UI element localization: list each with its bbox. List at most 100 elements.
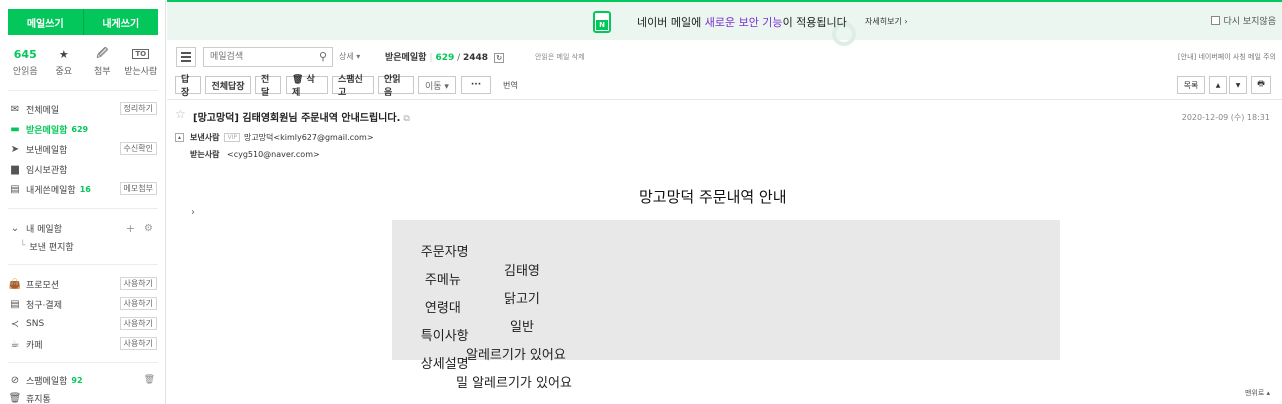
dismiss-checkbox[interactable] xyxy=(1211,16,1221,25)
move-dropdown[interactable]: 이동 ▾ xyxy=(418,76,456,94)
mail-subject: [망고망덕] 김태영회원님 주문내역 안내드립니다. ⧉ xyxy=(193,109,410,124)
note-icon: ▤ xyxy=(10,183,20,195)
write-mail-button[interactable]: 메일쓰기 xyxy=(8,9,83,35)
unread-stat[interactable]: 645 안읽음 xyxy=(8,46,42,78)
sender-label: 보낸사람 xyxy=(190,133,220,142)
row-value: 김태영 xyxy=(504,264,540,279)
reply-button[interactable]: 답장 xyxy=(175,75,201,98)
expand-toggle-icon[interactable]: ▴ xyxy=(175,133,184,142)
lock-badge: N xyxy=(596,20,608,30)
divider xyxy=(8,90,158,91)
more-button[interactable]: ··· xyxy=(461,76,491,94)
order-row: 상세설명 밀 알레르기가 있어요 xyxy=(396,338,572,402)
star-icon: ★ xyxy=(58,47,69,61)
folder-name: 받은메일함 xyxy=(385,53,427,63)
copy-icon[interactable]: ⧉ xyxy=(403,114,409,124)
star-icon[interactable]: ☆ xyxy=(175,107,186,121)
next-mail-button[interactable]: ▼ xyxy=(1229,76,1247,94)
dismiss-banner[interactable]: 다시 보지않음 xyxy=(1211,14,1276,27)
use-button[interactable]: 사용하기 xyxy=(119,317,157,330)
mark-unread-button[interactable]: 안읽음 xyxy=(378,75,414,98)
refresh-icon[interactable]: ↻ xyxy=(494,52,505,63)
folder-label: 내게쓴메일함 xyxy=(26,185,76,196)
scroll-top-link[interactable]: 맨위로 ▴ xyxy=(1245,388,1270,398)
inbox-count: 629 xyxy=(71,124,89,134)
folder-all-mail[interactable]: ✉ 전체메일 정리하기 xyxy=(9,101,159,117)
row-value: 일반 xyxy=(510,320,534,335)
report-spam-button[interactable]: 스팸신고 xyxy=(332,75,374,98)
sender-row: ▴ 보낸사람 VIP 망고망덕<kimly627@gmail.com> xyxy=(175,132,374,143)
subfolder-label: 보낸 편지함 xyxy=(29,242,74,253)
lock-icon: N xyxy=(593,11,611,33)
inbox-icon: ▬ xyxy=(10,123,20,135)
important-stat[interactable]: ★ 중요 xyxy=(47,46,81,78)
chevron-right-icon[interactable]: › xyxy=(191,207,195,218)
sender-address[interactable]: 망고망덕<kimly627@gmail.com> xyxy=(244,132,374,143)
self-count: 16 xyxy=(79,184,91,194)
receipt-icon: ▤ xyxy=(10,298,20,310)
recipient-label: 받는사람 xyxy=(190,150,220,159)
service-label: 프로모션 xyxy=(26,280,60,291)
vip-badge[interactable]: VIP xyxy=(224,133,240,142)
search-icon[interactable]: ⚲ xyxy=(319,50,327,63)
print-icon[interactable]: 🖶 xyxy=(1251,76,1271,94)
use-button[interactable]: 사용하기 xyxy=(119,337,157,350)
folder-self[interactable]: ▤ 내게쓴메일함 16 메모첨부 xyxy=(9,181,159,197)
write-to-self-button[interactable]: 내게쓰기 xyxy=(82,9,158,35)
reply-all-button[interactable]: 전체답장 xyxy=(205,76,251,94)
delete-button[interactable]: 🗑 삭제 xyxy=(286,75,328,98)
search-input[interactable] xyxy=(204,48,309,66)
organize-button[interactable]: 정리하기 xyxy=(119,102,157,115)
recipient-address[interactable]: <cyg510@naver.com> xyxy=(227,150,320,159)
detail-search-dropdown[interactable]: 상세 ▾ xyxy=(339,51,360,62)
read-receipt-button[interactable]: 수신확인 xyxy=(119,142,157,155)
folder-spam[interactable]: ⊘ 스팸메일함 92 🗑 xyxy=(9,372,159,388)
divider xyxy=(8,208,158,209)
use-button[interactable]: 사용하기 xyxy=(119,277,157,290)
compose-buttons: 메일쓰기 내게쓰기 xyxy=(8,9,158,35)
block-icon: ⊘ xyxy=(10,374,20,386)
attachment-stat[interactable]: 🖉 첨부 xyxy=(85,46,119,78)
cafe-icon: ☕ xyxy=(10,338,20,350)
add-folder-icon[interactable]: + xyxy=(126,222,135,235)
service-billing[interactable]: ▤ 청구·결제 사용하기 xyxy=(9,296,159,312)
folder-drafts[interactable]: ▆ 임시보관함 xyxy=(9,161,159,177)
translate-button[interactable]: 번역 xyxy=(503,80,518,91)
service-promotion[interactable]: 👜 프로모션 사용하기 xyxy=(9,276,159,292)
menu-icon[interactable] xyxy=(176,47,196,67)
forward-button[interactable]: 전달 xyxy=(255,75,281,98)
send-icon: ➤ xyxy=(10,143,20,155)
to-me-label: 받는사람 xyxy=(124,67,158,77)
my-mailbox-toggle[interactable]: ⌄ 내 메일함 + ⚙ xyxy=(9,220,159,236)
to-me-stat[interactable]: TO 받는사람 xyxy=(124,46,158,77)
folder-trash[interactable]: 🗑 휴지통 xyxy=(9,390,159,404)
share-icon: ≺ xyxy=(10,318,20,330)
folder-label: 휴지통 xyxy=(26,394,51,404)
trash-empty-icon[interactable]: 🗑 xyxy=(144,375,155,385)
folder-label: 전체메일 xyxy=(26,105,60,116)
folder-label: 스팸메일함 xyxy=(26,376,68,387)
use-button[interactable]: 사용하기 xyxy=(119,297,157,310)
notice-link[interactable]: [안내] 네이버페이 사칭 메일 주의 xyxy=(1178,52,1276,62)
memo-attach-button[interactable]: 메모첨부 xyxy=(119,182,157,195)
unread-count[interactable]: 629 xyxy=(435,53,454,63)
subject-text: [망고망덕] 김태영회원님 주문내역 안내드립니다. xyxy=(193,113,401,124)
gear-icon[interactable]: ⚙ xyxy=(144,223,153,234)
divider xyxy=(8,264,158,265)
banner-highlight: 새로운 보안 기능 xyxy=(704,16,783,29)
service-sns[interactable]: ≺ SNS 사용하기 xyxy=(9,316,159,332)
subfolder-sent-letters[interactable]: └ 보낸 편지함 xyxy=(20,238,170,254)
service-cafe[interactable]: ☕ 카페 사용하기 xyxy=(9,336,159,352)
folder-inbox[interactable]: ▬ 받은메일함 629 xyxy=(9,121,159,137)
folder-label: 받은메일함 xyxy=(26,125,68,136)
banner-text-end: 이 적용됩니다 xyxy=(782,16,847,29)
security-banner: N 네이버 메일에 새로운 보안 기능이 적용됩니다 자세히보기 › 다시 보지… xyxy=(167,0,1282,46)
list-button[interactable]: 목록 xyxy=(1177,76,1205,94)
row-value: 밀 알레르기가 있어요 xyxy=(456,376,572,391)
delete-unread-link[interactable]: 안읽은 메일 삭제 xyxy=(535,52,585,62)
folder-sent[interactable]: ➤ 보낸메일함 수신확인 xyxy=(9,141,159,157)
folder-title: 받은메일함 | 629 / 2448 ↻ xyxy=(385,50,505,63)
mail-body: › 망고망덕 주문내역 안내 주문자명 김태영 주메뉴 닭고기 연령대 일반 특… xyxy=(167,170,1282,395)
prev-mail-button[interactable]: ▲ xyxy=(1209,76,1227,94)
banner-more-link[interactable]: 자세히보기 › xyxy=(865,16,908,27)
